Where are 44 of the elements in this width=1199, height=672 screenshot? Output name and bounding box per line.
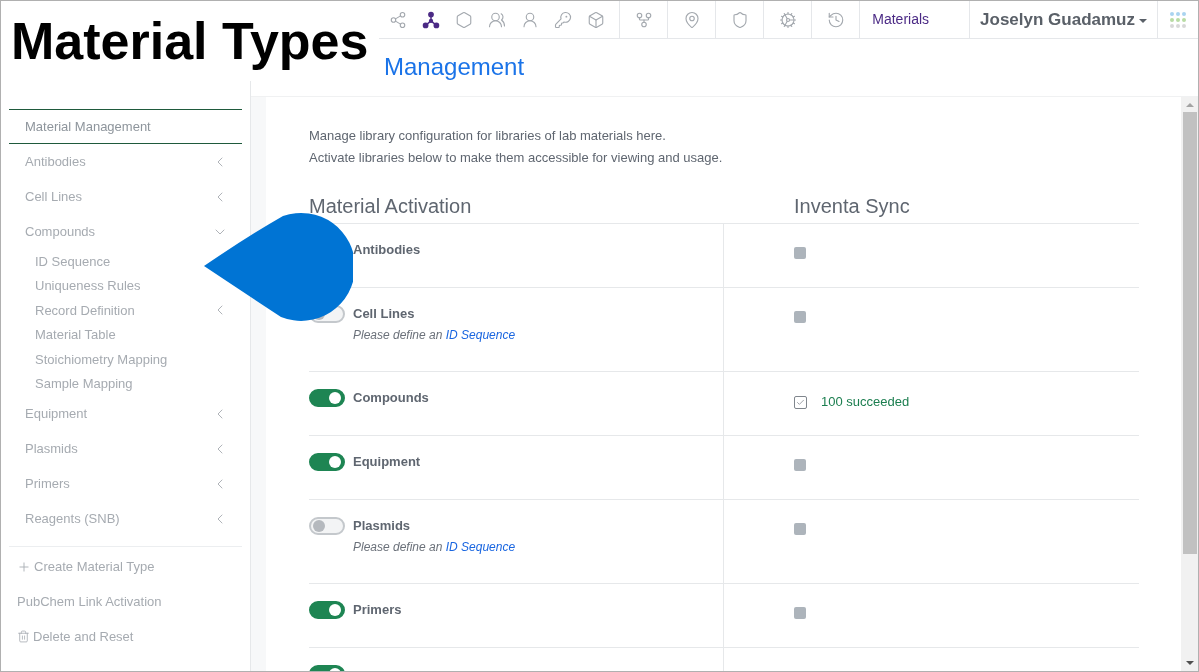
hint-text: Please define an ID Sequence <box>353 327 516 344</box>
sidebar-item[interactable]: Equipment <box>25 403 88 424</box>
sync-status: 100 succeeded <box>821 393 910 411</box>
sidebar-item[interactable]: Uniqueness Rules <box>35 276 141 296</box>
material-name: Primers <box>353 601 402 619</box>
sidebar-item[interactable]: Sample Mapping <box>35 374 133 394</box>
toggle-switch[interactable] <box>309 389 345 407</box>
description-text: Manage library configuration for libraries of lab materials here. <box>309 127 667 145</box>
material-name: Plasmids <box>353 517 412 535</box>
id-sequence-link[interactable]: ID Sequence <box>445 540 516 554</box>
sidebar-item[interactable]: Stoichiometry Mapping <box>35 349 168 369</box>
user-menu[interactable]: Joselyn Guadamuz <box>970 6 1157 33</box>
sidebar-item[interactable]: Primers <box>25 473 70 494</box>
sidebar-item[interactable]: Plasmids <box>25 438 78 459</box>
description-text: Activate libraries below to make them accessible for viewing and usage. <box>309 149 724 167</box>
page-title: Management <box>384 52 525 82</box>
id-sequence-link[interactable]: ID Sequence <box>445 328 516 342</box>
sidebar-action[interactable]: PubChem Link Activation <box>9 584 242 619</box>
sidebar-item[interactable]: Compounds <box>25 221 96 242</box>
column-header: Material Activation <box>309 194 473 219</box>
sidebar-item[interactable]: ID Sequence <box>35 251 111 271</box>
toggle-switch[interactable] <box>309 453 345 471</box>
sidebar-item[interactable]: Reagents (SNB) <box>25 508 120 529</box>
trash-icon <box>17 630 30 643</box>
sidebar-item[interactable]: Material Table <box>35 325 116 345</box>
column-header: Inventa Sync <box>794 194 910 219</box>
material-name: Antibodies <box>353 241 421 259</box>
material-name: Equipment <box>353 453 421 471</box>
sidebar-item[interactable]: Antibodies <box>25 151 86 172</box>
plus-icon <box>17 559 31 574</box>
materials-link[interactable]: Materials <box>860 9 970 30</box>
toggle-switch[interactable] <box>309 517 345 535</box>
check-icon <box>796 398 805 408</box>
hint-text: Please define an ID Sequence <box>353 539 516 556</box>
sidebar-item[interactable]: Cell Lines <box>25 186 83 207</box>
sidebar-item[interactable]: Material Management <box>25 116 151 137</box>
material-name: Compounds <box>353 389 429 407</box>
sidebar-action[interactable]: Delete and Reset <box>9 619 242 654</box>
scrollbar[interactable] <box>1181 97 1198 671</box>
sidebar-item[interactable]: Record Definition <box>35 300 135 320</box>
toggle-switch[interactable] <box>309 601 345 619</box>
material-name: Cell Lines <box>353 305 416 323</box>
checkbox[interactable] <box>794 396 807 410</box>
sidebar-action[interactable]: Create Material Type <box>9 549 242 584</box>
